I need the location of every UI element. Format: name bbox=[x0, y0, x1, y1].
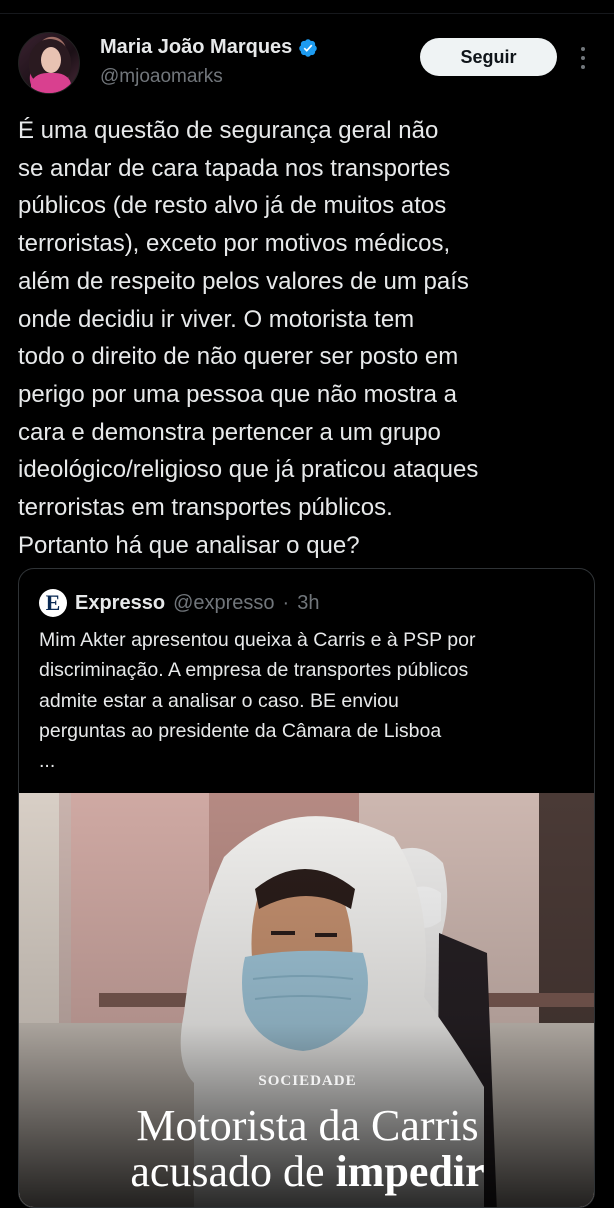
quoted-tweet-card[interactable]: E Expresso @expresso · 3h Mim Akter apre… bbox=[18, 568, 595, 1208]
quoted-line: admite estar a analisar o caso. BE envio… bbox=[39, 689, 399, 712]
quoted-tweet-image[interactable]: SOCIEDADE Motorista da Carris acusado de… bbox=[19, 793, 594, 1207]
tweet-line: onde decidiu ir viver. O motorista tem bbox=[18, 305, 415, 333]
headline-line-2: acusado de impedir bbox=[19, 1147, 594, 1196]
tweet-line: terroristas em transportes públicos. bbox=[18, 494, 393, 522]
quoted-line: Mim Akter apresentou queixa à Carris e à… bbox=[39, 629, 476, 651]
tweet-line: É uma questão de segurança geral não bbox=[18, 117, 439, 144]
tweet-header: Maria João Marques @mjoaomarks Seguir bbox=[18, 30, 598, 98]
headline-line-1: Motorista da Carris bbox=[136, 1101, 479, 1150]
follow-button[interactable]: Seguir bbox=[420, 38, 557, 76]
tweet-line: ideológico/religioso que já praticou ata… bbox=[18, 456, 479, 484]
verified-badge-icon bbox=[299, 38, 318, 57]
quoted-line: ... bbox=[39, 750, 56, 773]
tweet-line: todo o direito de não querer ser posto e… bbox=[18, 343, 459, 371]
tweet-line: cara e demonstra pertencer a um grupo bbox=[18, 418, 441, 446]
tweet-line: se andar de cara tapada nos transportes bbox=[18, 154, 451, 182]
headline-line-2-bold: impedir bbox=[335, 1147, 485, 1196]
tweet-line: públicos (de resto alvo já de muitos ato… bbox=[18, 192, 447, 220]
quoted-tweet-text: Mim Akter apresentou queixa à Carris e à… bbox=[39, 625, 584, 776]
tweet-line: terroristas), exceto por motivos médicos… bbox=[18, 230, 451, 258]
headline-line-2-plain: acusado de bbox=[130, 1147, 336, 1196]
quoted-author-name: Expresso bbox=[75, 591, 166, 614]
avatar[interactable] bbox=[18, 32, 80, 94]
quoted-timestamp: 3h bbox=[297, 591, 320, 614]
quoted-separator: · bbox=[282, 591, 290, 614]
article-section-label: SOCIEDADE bbox=[258, 1073, 357, 1089]
quoted-line: perguntas ao presidente da Câmara de Lis… bbox=[39, 719, 442, 742]
tweet-text: É uma questão de segurança geral não se … bbox=[18, 112, 596, 564]
article-headline: Motorista da Carris acusado de impedir bbox=[19, 1101, 594, 1196]
expresso-logo-icon: E bbox=[39, 589, 67, 617]
tweet-line: além de respeito pelos valores de um paí… bbox=[18, 267, 469, 295]
tweet-line: Portanto há que analisar o que? bbox=[18, 531, 360, 559]
quoted-line: discriminação. A empresa de transportes … bbox=[39, 659, 469, 682]
more-options-icon[interactable] bbox=[576, 44, 590, 72]
author-name[interactable]: Maria João Marques bbox=[100, 36, 292, 59]
author-name-row[interactable]: Maria João Marques bbox=[100, 36, 318, 59]
quoted-author-handle: @expresso bbox=[173, 591, 275, 614]
status-divider bbox=[0, 0, 614, 14]
quoted-tweet-header: E Expresso @expresso · 3h bbox=[39, 589, 319, 617]
tweet-line: perigo por uma pessoa que não mostra a bbox=[18, 380, 457, 408]
author-handle[interactable]: @mjoaomarks bbox=[100, 66, 223, 88]
